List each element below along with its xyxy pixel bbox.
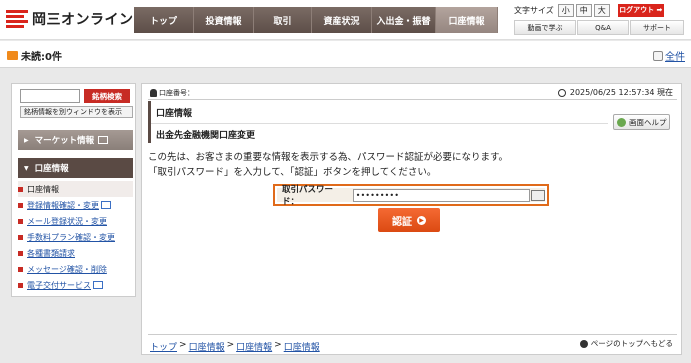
nav-investment-info[interactable]: 投資情報 <box>194 7 254 33</box>
breadcrumb-top[interactable]: トップ <box>150 340 177 353</box>
sidebar-item-email-registration[interactable]: メール登録状況・変更 <box>18 213 133 229</box>
qa-link[interactable]: Q&A <box>577 20 629 35</box>
authenticate-button[interactable]: 認証 ▶ <box>378 208 440 232</box>
sidebar-item-fee-plan[interactable]: 手数料プラン確認・変更 <box>18 229 133 245</box>
page-title: 口座情報 <box>156 109 193 119</box>
breadcrumb-account-info[interactable]: 口座情報 <box>236 340 272 353</box>
sidebar-item-label: メッセージ確認・削除 <box>27 264 107 274</box>
account-number: 口座番号： <box>150 88 194 98</box>
sidebar-item-e-delivery[interactable]: 電子交付サービス <box>18 277 133 293</box>
open-window-label: 銘柄情報を別ウィンドウを表示 <box>24 108 122 116</box>
authenticate-label: 認証 <box>392 216 412 228</box>
bullet-icon <box>18 282 23 288</box>
bullet-icon <box>18 250 23 256</box>
market-info-menu[interactable]: ▶ マーケット情報 <box>18 130 133 150</box>
open-stock-info-window-button[interactable]: 銘柄情報を別ウィンドウを表示 <box>20 106 133 118</box>
arrow-up-icon <box>579 339 588 348</box>
page-title-block: 口座情報 出金先金融機関口座変更 <box>148 101 608 143</box>
sidebar-item-label: 口座情報 <box>27 184 59 194</box>
page-top-link[interactable]: ページのトップへもどる <box>579 338 673 349</box>
full-view-link[interactable]: 全件 <box>653 48 685 63</box>
page-top-label: ページのトップへもどる <box>590 339 673 348</box>
full-view-label: 全件 <box>665 52 685 63</box>
sidebar-item-label: 電子交付サービス <box>27 280 91 290</box>
nav-top[interactable]: トップ <box>134 7 194 33</box>
help-icon <box>617 117 626 127</box>
sidebar-item-messages[interactable]: メッセージ確認・削除 <box>18 261 133 277</box>
divider <box>148 334 677 335</box>
new-window-icon <box>101 201 111 209</box>
page-subtitle: 出金先金融機関口座変更 <box>156 131 256 141</box>
font-size-label: 文字サイズ <box>514 5 554 15</box>
brand-mark-icon <box>6 10 28 28</box>
current-datetime: 2025/06/25 12:57:34 現在 <box>557 87 673 98</box>
arrow-right-icon: ▶ <box>417 215 426 225</box>
caret-right-icon: ▶ <box>24 136 29 144</box>
breadcrumb-account-info[interactable]: 口座情報 <box>189 340 225 353</box>
brand-logo[interactable]: 岡三オンライン <box>6 9 134 29</box>
nav-asset-status[interactable]: 資産状況 <box>312 7 372 33</box>
font-size-small-button[interactable]: 小 <box>557 3 574 17</box>
datetime-value: 2025/06/25 12:57:34 現在 <box>569 88 673 97</box>
market-info-label: マーケット情報 <box>34 136 95 146</box>
password-notice: この先は、お客さまの重要な情報を表示する為、パスワード認証が必要になります。 「… <box>148 150 508 180</box>
message-bar: 未読:0件 全件 <box>0 41 691 68</box>
nav-deposit-withdraw[interactable]: 入出金・振替 <box>372 7 436 33</box>
font-size-large-button[interactable]: 大 <box>593 3 610 17</box>
divider <box>148 99 677 100</box>
video-learning-link[interactable]: 動画で学ぶ <box>514 20 576 35</box>
software-keyboard-icon[interactable] <box>531 189 545 201</box>
password-label: 取引パスワード： <box>282 185 334 207</box>
notice-line-1: この先は、お客さまの重要な情報を表示する為、パスワード認証が必要になります。 <box>148 152 509 163</box>
sidebar: 銘柄検索 銘柄情報を別ウィンドウを表示 ▶ マーケット情報 ▼ 口座情報 口座情… <box>11 83 136 297</box>
breadcrumb: トップ > 口座情報 > 口座情報 > 口座情報 <box>150 340 320 353</box>
brand-name: 岡三オンライン <box>32 12 134 28</box>
sidebar-item-registration-info[interactable]: 登録情報確認・変更 <box>18 197 133 213</box>
new-window-icon <box>98 136 109 144</box>
utility-area: 文字サイズ 小 中 大 ログアウト ➡ 動画で学ぶ Q&A サポート <box>514 3 686 35</box>
nav-trade[interactable]: 取引 <box>254 7 312 33</box>
unread-messages[interactable]: 未読:0件 <box>7 48 62 63</box>
logout-button[interactable]: ログアウト ➡ <box>617 3 664 17</box>
trade-password-input[interactable]: ••••••••• <box>352 188 531 202</box>
bullet-icon <box>18 234 23 240</box>
divider <box>151 123 608 124</box>
new-window-icon <box>93 281 103 289</box>
nav-account-info[interactable]: 口座情報 <box>436 7 498 33</box>
sidebar-item-label: メール登録状況・変更 <box>27 216 107 226</box>
logout-label: ログアウト <box>619 6 655 14</box>
global-nav: トップ 投資情報 取引 資産状況 入出金・振替 口座情報 <box>134 7 498 33</box>
breadcrumb-account-info[interactable]: 口座情報 <box>284 340 320 353</box>
sidebar-item-account-info[interactable]: 口座情報 <box>18 181 133 197</box>
stock-search-input[interactable] <box>20 89 80 103</box>
bullet-icon <box>18 218 23 224</box>
sidebar-item-label: 手数料プラン確認・変更 <box>27 232 115 242</box>
account-info-label: 口座情報 <box>34 164 69 174</box>
account-submenu: 口座情報 登録情報確認・変更 メール登録状況・変更 手数料プラン確認・変更 各種… <box>18 181 133 293</box>
bullet-icon <box>18 186 23 192</box>
sidebar-item-document-request[interactable]: 各種書類請求 <box>18 245 133 261</box>
list-icon <box>653 50 663 61</box>
header: 岡三オンライン トップ 投資情報 取引 資産状況 入出金・振替 口座情報 文字サ… <box>0 0 691 40</box>
account-info-menu[interactable]: ▼ 口座情報 <box>18 158 133 178</box>
font-size-medium-button[interactable]: 中 <box>575 3 592 17</box>
unread-count: 未読:0件 <box>21 52 62 63</box>
bullet-icon <box>18 202 23 208</box>
password-form: 取引パスワード： ••••••••• <box>273 184 549 207</box>
screen-help-button[interactable]: 画面ヘルプ <box>613 114 670 130</box>
person-icon <box>150 89 157 97</box>
main-content: 口座番号： 2025/06/25 12:57:34 現在 口座情報 出金先金融機… <box>141 83 682 355</box>
support-link[interactable]: サポート <box>630 20 684 35</box>
help-label: 画面ヘルプ <box>629 117 667 127</box>
bullet-icon <box>18 266 23 272</box>
sidebar-item-label: 登録情報確認・変更 <box>27 200 99 210</box>
caret-down-icon: ▼ <box>24 164 29 172</box>
envelope-icon <box>7 51 18 60</box>
clock-icon <box>557 88 566 97</box>
stock-search-button[interactable]: 銘柄検索 <box>84 89 130 103</box>
sidebar-item-label: 各種書類請求 <box>27 248 75 258</box>
notice-line-2: 「取引パスワード」を入力して、「認証」ボタンを押してください。 <box>148 167 437 178</box>
account-number-label: 口座番号： <box>159 89 194 97</box>
